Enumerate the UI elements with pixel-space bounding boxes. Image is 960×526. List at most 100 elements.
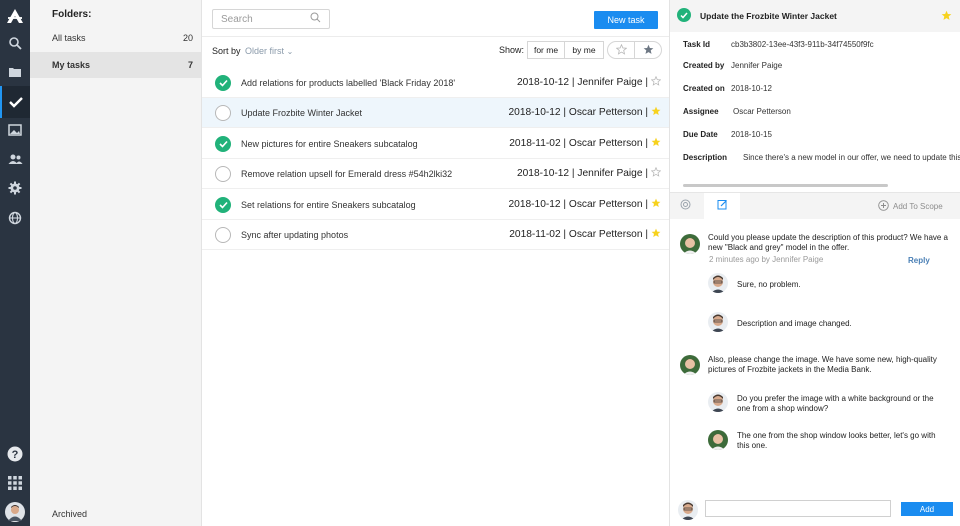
task-meta-text: 2018-10-12 | Oscar Petterson | — [508, 107, 648, 118]
globe-icon[interactable] — [0, 204, 30, 232]
user-avatar[interactable] — [0, 498, 30, 526]
show-label: Show: — [499, 45, 525, 55]
edit-icon — [717, 199, 728, 213]
complete-check-icon[interactable] — [677, 8, 691, 22]
star-filled-icon — [643, 44, 654, 57]
gear-icon[interactable] — [0, 174, 30, 202]
field-value: Since there's a new model in our offer, … — [743, 152, 960, 162]
folder-archived[interactable]: Archived — [52, 509, 87, 519]
help-icon[interactable]: ? — [0, 440, 30, 468]
detail-header: Update the Frozbite Winter Jacket — [670, 0, 960, 32]
folder-all-tasks[interactable]: All tasks 20 — [30, 25, 202, 51]
task-row[interactable]: Set relations for entire Sneakers subcat… — [202, 190, 669, 220]
reply-button[interactable]: Reply — [908, 256, 930, 265]
plus-circle-icon — [878, 200, 889, 213]
filter-starred-button[interactable] — [634, 41, 662, 59]
field-due-date[interactable]: Due Date 2018-10-15 — [683, 126, 960, 142]
unchecked-circle-icon[interactable] — [215, 226, 231, 243]
folder-my-tasks[interactable]: My tasks 7 — [30, 52, 202, 78]
task-detail-panel: Update the Frozbite Winter Jacket Task I… — [669, 0, 960, 526]
task-row[interactable]: Add relations for products labelled 'Bla… — [202, 68, 669, 98]
avatar-oscar — [678, 500, 698, 520]
folders-heading: Folders: — [52, 9, 92, 20]
task-meta-text: 2018-10-12 | Jennifer Paige | — [516, 168, 648, 179]
filter-by-me-button[interactable]: by me — [564, 41, 604, 59]
star-outline-icon — [615, 43, 627, 57]
star-filled-icon[interactable] — [651, 106, 661, 119]
field-assignee[interactable]: Assignee Oscar Petterson — [683, 103, 960, 119]
users-icon[interactable] — [0, 145, 30, 173]
star-filled-icon[interactable] — [651, 198, 661, 211]
field-value: Jennifer Paige — [731, 60, 783, 70]
comment-composer: Add — [670, 494, 960, 526]
folder-count: 7 — [187, 60, 193, 70]
task-meta: 2018-10-12 | Oscar Petterson | — [508, 106, 661, 119]
field-created-on: Created on 2018-10-12 — [683, 80, 960, 96]
target-icon — [680, 199, 691, 213]
apps-grid-icon[interactable] — [0, 469, 30, 497]
star-filled-icon[interactable] — [651, 228, 661, 241]
field-label: Created by — [683, 60, 725, 70]
task-title: Remove relation upsell for Emerald dress… — [241, 168, 453, 179]
field-label: Assignee — [683, 106, 719, 116]
star-outline-icon[interactable] — [650, 166, 662, 180]
field-description[interactable]: Description Since there's a new model in… — [683, 149, 960, 165]
new-task-button[interactable]: New task — [594, 11, 658, 29]
reply-text: Description and image changed. — [737, 319, 852, 328]
star-filled-icon[interactable] — [941, 10, 952, 24]
folder-icon[interactable] — [0, 58, 30, 86]
unchecked-circle-icon[interactable] — [215, 165, 231, 182]
comment-text: Could you please update the description … — [708, 233, 949, 252]
field-label: Created on — [683, 83, 725, 93]
detail-tabs: Add To Scope — [670, 192, 960, 219]
task-meta: 2018-11-02 | Oscar Petterson | — [509, 137, 661, 150]
checked-circle-icon[interactable] — [215, 196, 231, 213]
folders-panel: Folders: All tasks 20 My tasks 7 Archive… — [30, 0, 202, 526]
tab-comments[interactable] — [704, 193, 740, 219]
avatar-jennifer — [680, 355, 700, 375]
sort-control[interactable]: Sort by Older first ⌄ — [212, 46, 293, 56]
field-created-by: Created by Jennifer Paige — [683, 57, 960, 73]
field-value: cb3b3802-13ee-43f3-911b-34f74550f9fc — [731, 39, 874, 49]
search-input[interactable]: Search — [212, 9, 330, 29]
reply-text: The one from the shop window looks bette… — [737, 431, 936, 450]
field-value: 2018-10-12 — [731, 83, 772, 93]
task-meta: 2018-10-12 | Oscar Petterson | — [508, 198, 661, 211]
checked-circle-icon[interactable] — [215, 74, 231, 91]
filter-for-me-button[interactable]: for me — [527, 41, 565, 59]
task-list-panel: Search New task Sort by Older first ⌄ Sh… — [202, 0, 669, 526]
tab-activity[interactable] — [670, 193, 700, 219]
checked-circle-icon[interactable] — [215, 135, 231, 152]
field-value: 2018-10-15 — [731, 129, 772, 139]
app-logo-icon[interactable] — [0, 2, 30, 30]
avatar-jennifer — [708, 430, 728, 450]
star-outline-icon[interactable] — [650, 75, 662, 89]
filter-unstarred-button[interactable] — [607, 41, 635, 59]
star-filled-icon[interactable] — [651, 137, 661, 150]
add-to-scope-button[interactable]: Add To Scope — [878, 200, 943, 213]
task-row[interactable]: New pictures for entire Sneakers subcata… — [202, 129, 669, 159]
task-row[interactable]: Update Frozbite Winter Jacket 2018-10-12 … — [202, 98, 669, 128]
task-title: Set relations for entire Sneakers subcat… — [241, 199, 416, 210]
search-icon[interactable] — [0, 29, 30, 57]
task-meta: 2018-10-12 | Jennifer Paige | — [516, 75, 662, 89]
add-comment-button[interactable]: Add — [901, 502, 953, 516]
task-row[interactable]: Sync after updating photos 2018-11-02 | O… — [202, 220, 669, 250]
tasks-nav-icon[interactable] — [0, 86, 30, 118]
comment-input[interactable] — [705, 500, 891, 517]
task-meta-text: 2018-10-12 | Jennifer Paige | — [516, 77, 648, 88]
unchecked-circle-icon[interactable] — [215, 104, 231, 121]
sort-label: Sort by — [212, 46, 241, 56]
sort-value: Older first — [245, 46, 285, 56]
field-value: Oscar Petterson — [733, 106, 791, 116]
search-placeholder: Search — [221, 13, 253, 25]
add-to-scope-label: Add To Scope — [893, 202, 943, 211]
image-icon[interactable] — [0, 116, 30, 144]
task-row[interactable]: Remove relation upsell for Emerald dress… — [202, 159, 669, 189]
comment-timestamp: 2 minutes ago by Jennifer Paige — [709, 255, 824, 264]
field-label: Task Id — [683, 39, 710, 49]
reply-text: Do you prefer the image with a white bac… — [737, 394, 934, 413]
horizontal-scrollbar[interactable] — [683, 184, 888, 187]
avatar-oscar — [708, 392, 728, 412]
divider — [202, 36, 669, 37]
